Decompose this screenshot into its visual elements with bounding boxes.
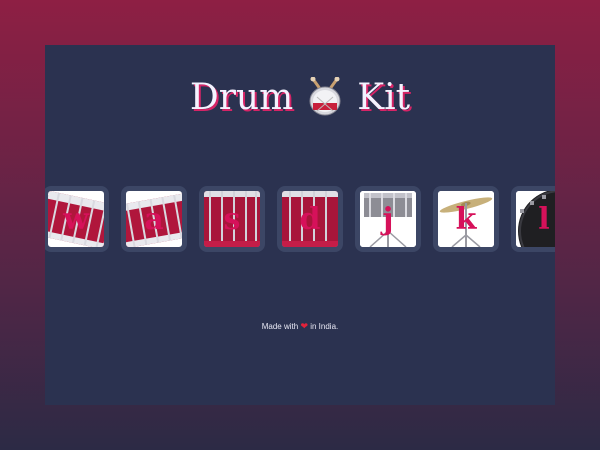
title-word-drum: Drum [189, 76, 294, 118]
drum-kit-panel: Drum Kit w a s d j k l Made with ❤ in In… [45, 45, 555, 405]
page-title: Drum Kit [45, 73, 555, 121]
footer-prefix: Made with [261, 322, 299, 331]
key-letter: k [455, 202, 477, 237]
drum-key-a[interactable]: a [121, 186, 187, 252]
drum-keys-row: w a s d j k l [45, 186, 555, 254]
key-letter: w [63, 202, 89, 237]
drum-key-j[interactable]: j [355, 186, 421, 252]
drum-key-l[interactable]: l [511, 186, 555, 252]
drum-key-s[interactable]: s [199, 186, 265, 252]
heart-icon: ❤ [300, 321, 308, 331]
drum-icon [307, 76, 343, 117]
key-letter: a [144, 202, 164, 237]
title-word-kit: Kit [357, 76, 411, 118]
key-letter: l [538, 202, 550, 237]
footer-suffix: in India. [310, 322, 339, 331]
key-letter: s [223, 202, 241, 237]
drum-key-k[interactable]: k [433, 186, 499, 252]
footer-credit: Made with ❤ in India. [45, 321, 555, 332]
drum-key-d[interactable]: d [277, 186, 343, 252]
key-letter: j [382, 202, 394, 237]
drum-key-w[interactable]: w [45, 186, 109, 252]
key-letter: d [299, 202, 321, 237]
